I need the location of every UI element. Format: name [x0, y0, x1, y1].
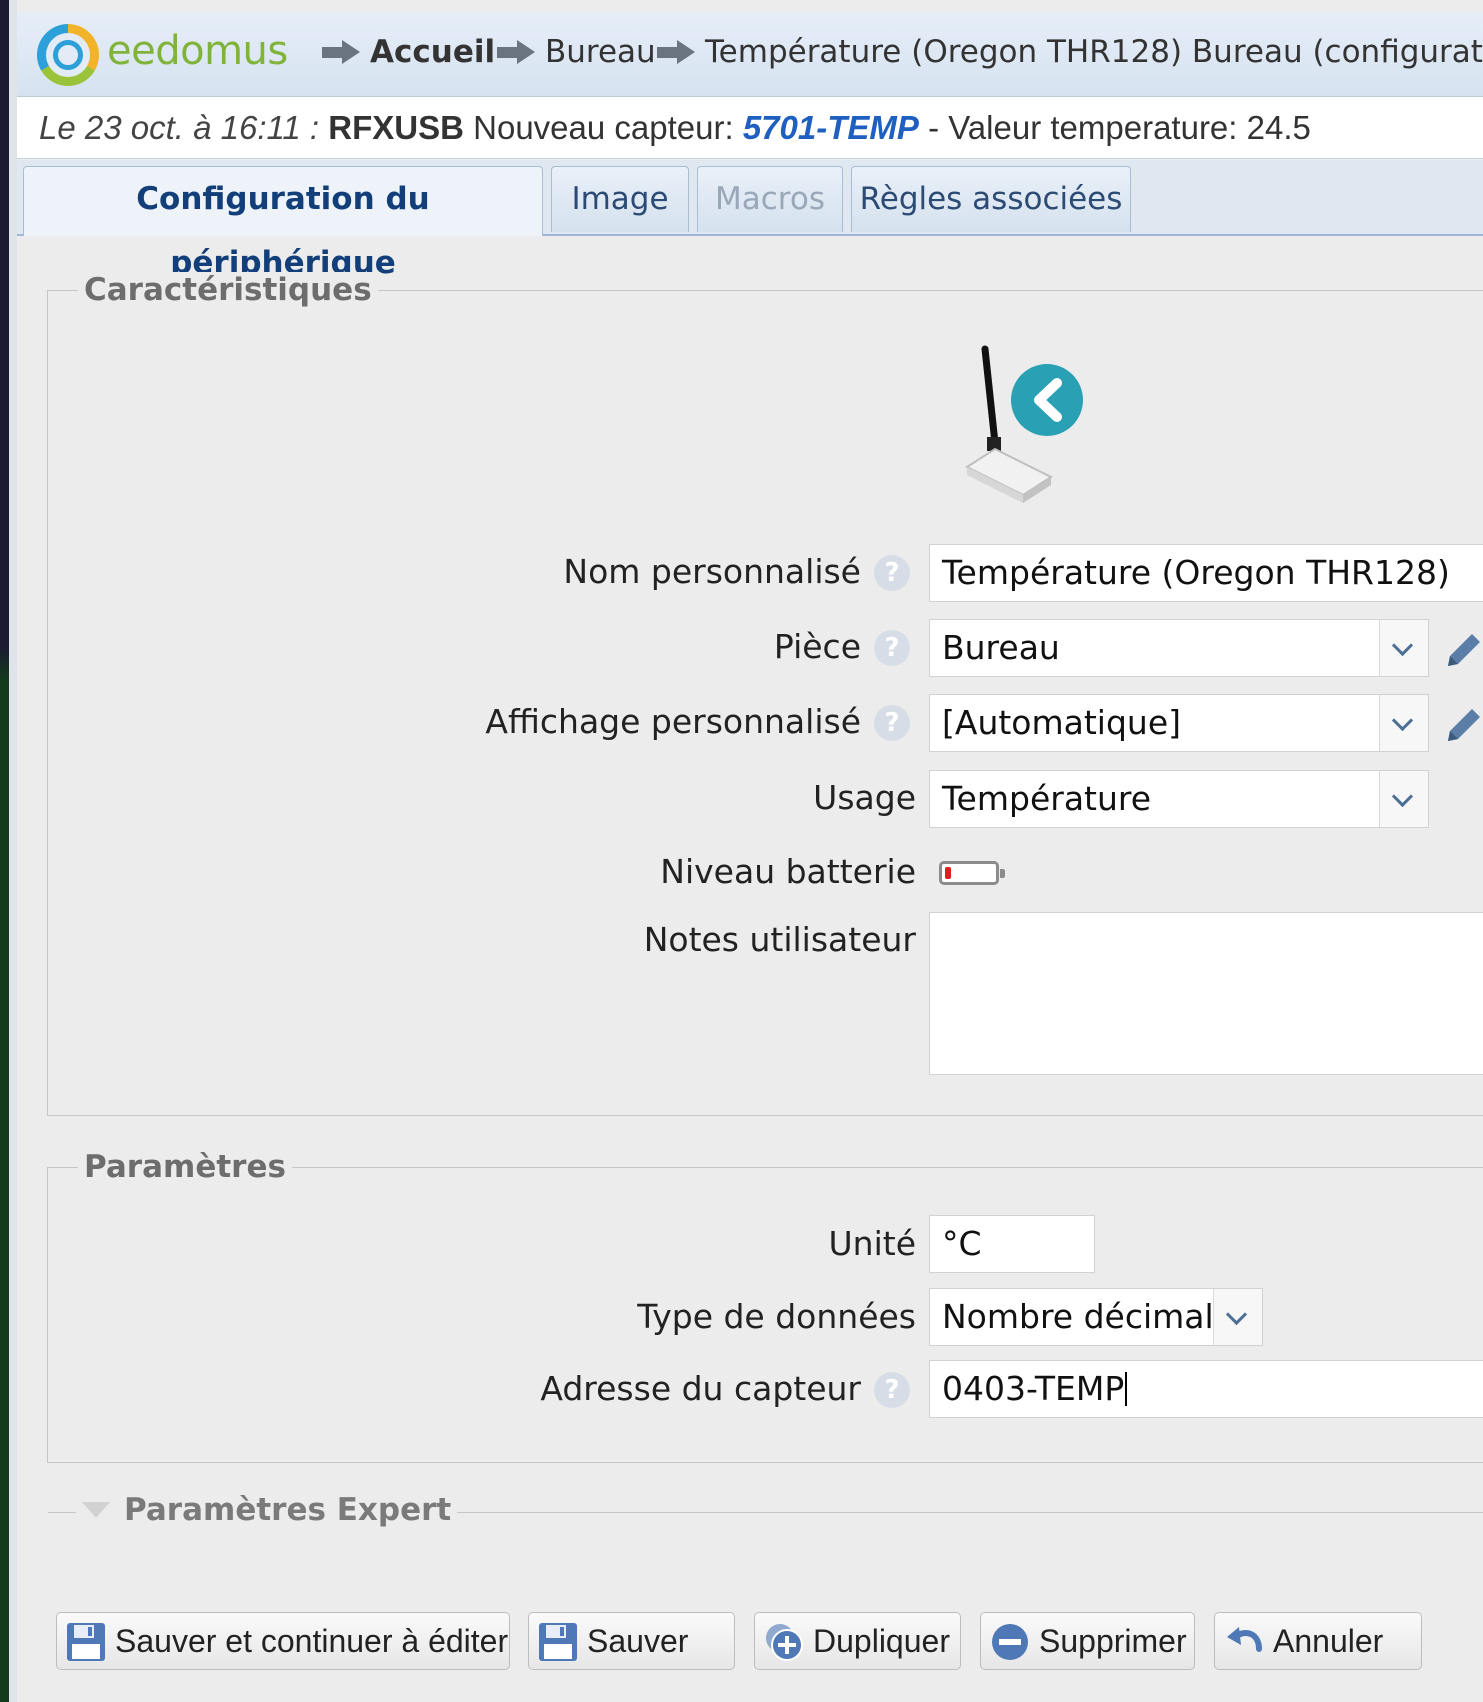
edit-pencil-icon[interactable]: [1442, 701, 1483, 745]
eedomus-logo[interactable]: [37, 24, 99, 86]
tab-configuration[interactable]: Configuration du périphérique: [23, 166, 543, 281]
duplicate-icon: [766, 1624, 803, 1661]
expert-toggle[interactable]: Paramètres Expert: [76, 1492, 458, 1528]
parametres-legend: Paramètres: [78, 1149, 292, 1185]
tab-image[interactable]: Image: [551, 166, 689, 232]
minus-circle-icon: [992, 1624, 1028, 1660]
caracteristiques-legend: Caractéristiques: [78, 272, 378, 308]
batterie-label: Niveau batterie: [660, 852, 916, 891]
last-event-notice: Le 23 oct. à 16:11 : RFXUSB Nouveau capt…: [17, 97, 1483, 159]
window-edge-line: [9, 0, 17, 1702]
piece-label: Pièce: [773, 627, 861, 666]
help-icon[interactable]: ?: [874, 1372, 910, 1408]
top-bar: eedomus Accueil Bureau Température (Oreg…: [17, 12, 1483, 97]
notice-message: Nouveau capteur:: [473, 109, 734, 146]
duplicate-label: Dupliquer: [813, 1623, 950, 1659]
affichage-label: Affichage personnalisé: [485, 702, 861, 741]
adresse-input[interactable]: 0403-TEMP: [929, 1360, 1483, 1418]
floppy-disk-icon: [539, 1623, 577, 1661]
arrow-right-icon: [322, 40, 360, 64]
save-continue-label: Sauver et continuer à éditer: [115, 1623, 509, 1659]
piece-value: Bureau: [942, 628, 1060, 667]
triangle-down-icon: [82, 1502, 110, 1518]
affichage-select[interactable]: [Automatique]: [929, 694, 1429, 752]
type-label: Type de données: [637, 1297, 916, 1336]
notes-textarea[interactable]: [929, 912, 1483, 1075]
save-label: Sauver: [587, 1623, 689, 1659]
expert-legend-text: Paramètres Expert: [124, 1492, 452, 1528]
usage-select[interactable]: Température: [929, 770, 1429, 828]
notice-value: Valeur temperature: 24.5: [948, 109, 1311, 146]
text-cursor: [1125, 1372, 1128, 1406]
tab-regles[interactable]: Règles associées: [851, 166, 1131, 232]
arrow-right-icon: [497, 40, 535, 64]
chevron-down-icon[interactable]: [1379, 620, 1428, 676]
tab-macros[interactable]: Macros: [697, 166, 843, 232]
breadcrumb-current: Température (Oregon THR128) Bureau (conf…: [657, 34, 1483, 70]
save-button[interactable]: Sauver: [528, 1612, 735, 1670]
breadcrumb-room[interactable]: Bureau: [497, 34, 656, 70]
chevron-down-icon[interactable]: [1379, 695, 1428, 751]
edit-pencil-icon[interactable]: [1442, 626, 1483, 670]
cancel-button[interactable]: Annuler: [1214, 1612, 1422, 1670]
nom-label: Nom personnalisé: [563, 552, 861, 591]
delete-button[interactable]: Supprimer: [980, 1612, 1195, 1670]
affichage-value: [Automatique]: [942, 703, 1182, 742]
floppy-disk-icon: [67, 1623, 105, 1661]
save-continue-button[interactable]: Sauver et continuer à éditer: [56, 1612, 510, 1670]
notice-source: RFXUSB: [328, 109, 464, 146]
help-icon[interactable]: ?: [874, 630, 910, 666]
window-edge: [0, 0, 9, 1702]
piece-select[interactable]: Bureau: [929, 619, 1429, 677]
type-value: Nombre décimal: [942, 1297, 1214, 1336]
chevron-down-icon[interactable]: [1379, 771, 1428, 827]
chevron-down-icon[interactable]: [1213, 1289, 1262, 1345]
rfxusb-device-icon: [965, 345, 1083, 503]
delete-label: Supprimer: [1039, 1623, 1187, 1659]
help-icon[interactable]: ?: [874, 705, 910, 741]
nom-input[interactable]: Température (Oregon THR128): [929, 544, 1483, 602]
notice-date: Le 23 oct. à 16:11 :: [39, 109, 320, 146]
undo-icon: [1227, 1627, 1262, 1652]
unite-input[interactable]: °C: [929, 1215, 1095, 1273]
usage-value: Température: [942, 779, 1152, 818]
tab-bar: Configuration du périphérique Image Macr…: [17, 160, 1483, 281]
type-select[interactable]: Nombre décimal: [929, 1288, 1263, 1346]
unite-label: Unité: [828, 1224, 916, 1263]
duplicate-button[interactable]: Dupliquer: [754, 1612, 961, 1670]
notes-label: Notes utilisateur: [643, 920, 916, 959]
usage-label: Usage: [813, 778, 916, 817]
adresse-value: 0403-TEMP: [942, 1369, 1125, 1408]
notice-separator: -: [928, 109, 940, 146]
battery-icon: [939, 861, 1005, 885]
help-icon[interactable]: ?: [874, 555, 910, 591]
battery-level-fill: [945, 867, 951, 879]
arrow-right-icon: [657, 40, 695, 64]
cancel-label: Annuler: [1273, 1623, 1384, 1659]
adresse-label: Adresse du capteur: [540, 1369, 861, 1408]
notice-device-link[interactable]: 5701-TEMP: [743, 109, 919, 146]
logo-text: eedomus: [107, 28, 288, 74]
breadcrumb-home[interactable]: Accueil: [322, 34, 495, 70]
